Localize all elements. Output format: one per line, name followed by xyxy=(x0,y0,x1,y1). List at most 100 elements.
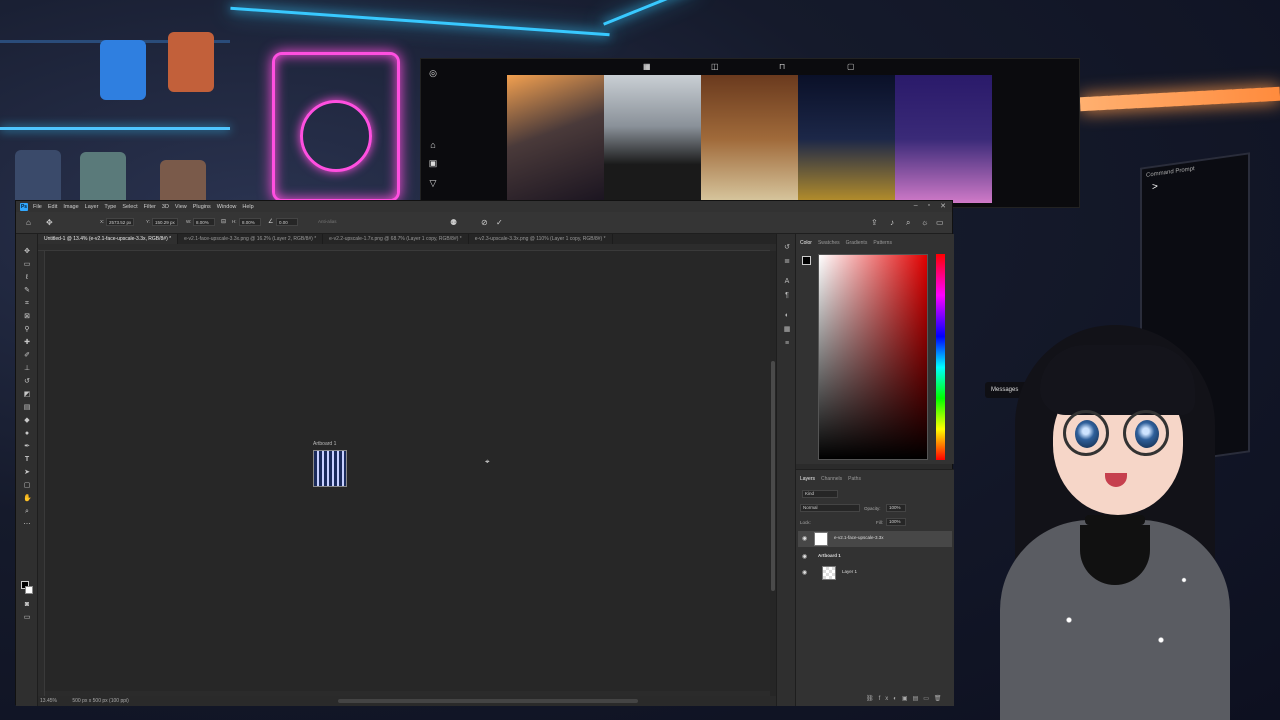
post-thumbnail[interactable] xyxy=(507,75,604,203)
bell-icon[interactable]: ♪ xyxy=(890,218,894,227)
quick-select-tool-icon[interactable]: ✎ xyxy=(23,287,31,295)
layer-row[interactable]: ◉ Artboard 1 xyxy=(798,549,952,565)
eraser-tool-icon[interactable]: ◩ xyxy=(23,391,31,399)
history-icon[interactable]: ↺ xyxy=(783,244,791,252)
post-thumbnail[interactable] xyxy=(895,75,992,203)
artboard-label[interactable]: Artboard 1 xyxy=(313,441,336,447)
menu-view[interactable]: View xyxy=(175,204,187,210)
post-thumbnail[interactable] xyxy=(798,75,895,203)
dodge-tool-icon[interactable]: ● xyxy=(23,430,31,438)
layer-row[interactable]: ◉ Layer 1 xyxy=(798,565,952,581)
brush-tool-icon[interactable]: ✐ xyxy=(23,352,31,360)
color-picker-field[interactable] xyxy=(818,254,928,460)
lasso-tool-icon[interactable]: ℓ xyxy=(23,274,31,282)
scrollbar-thumb[interactable] xyxy=(771,361,775,591)
foreground-background-colors[interactable] xyxy=(21,581,33,595)
saved-tab-icon[interactable]: ⊓ xyxy=(779,62,785,71)
tab-gradients[interactable]: Gradients xyxy=(846,238,868,248)
hand-tool-icon[interactable]: ✋ xyxy=(23,495,32,503)
opacity-input[interactable]: 100% xyxy=(886,504,906,512)
doc-tab[interactable]: e-v2.2-upscale-1.7x.png @ 68.7% (Layer 1… xyxy=(323,234,469,244)
cancel-transform-icon[interactable]: ⊘ xyxy=(481,218,488,227)
home-icon[interactable]: ⌂ xyxy=(427,139,439,151)
foreground-color-swatch[interactable] xyxy=(802,256,811,265)
visibility-eye-icon[interactable]: ◉ xyxy=(802,569,807,576)
send-icon[interactable]: ▽ xyxy=(427,177,439,189)
commit-transform-icon[interactable]: ✓ xyxy=(496,218,503,227)
post-thumbnail[interactable] xyxy=(701,75,798,203)
doc-tab[interactable]: e-v2.1-face-upscale-3.3x.png @ 16.2% (La… xyxy=(178,234,324,244)
pen-tool-icon[interactable]: ✒ xyxy=(23,443,31,451)
styles-icon[interactable]: ≡ xyxy=(783,340,791,348)
menu-help[interactable]: Help xyxy=(242,204,253,210)
warp-icon[interactable]: ⚉ xyxy=(450,218,457,227)
eyedropper-tool-icon[interactable]: ⚲ xyxy=(23,326,31,334)
tab-color[interactable]: Color xyxy=(800,238,812,248)
frame-tool-icon[interactable]: ⊠ xyxy=(23,313,31,321)
reels-tab-icon[interactable]: ◫ xyxy=(711,62,719,71)
tab-layers[interactable]: Layers xyxy=(800,474,815,484)
background-color-swatch[interactable] xyxy=(25,586,33,594)
move-tool-icon[interactable]: ✥ xyxy=(23,248,31,256)
layer-actions-icons[interactable]: ⛓fx◐▣▤▭🗑 xyxy=(866,695,947,702)
visibility-eye-icon[interactable]: ◉ xyxy=(802,553,807,560)
properties-icon[interactable]: ≣ xyxy=(783,258,791,266)
h-input[interactable]: 8.00% xyxy=(239,218,261,226)
search-icon[interactable]: ⌕ xyxy=(906,218,910,227)
canvas-area[interactable] xyxy=(45,251,770,691)
post-thumbnail[interactable] xyxy=(604,75,701,203)
tab-paths[interactable]: Paths xyxy=(848,474,861,484)
healing-brush-icon[interactable]: ✚ xyxy=(23,339,31,347)
w-input[interactable]: 8.00% xyxy=(193,218,215,226)
doc-tab[interactable]: e-v2.3-upscale-3.3x.png @ 110% (Layer 1 … xyxy=(469,234,613,244)
grid-tab-icon[interactable]: ▦ xyxy=(643,62,651,71)
minimize-icon[interactable]: – xyxy=(914,202,918,210)
doc-tab[interactable]: Untitled-1 @ 13.4% (e-v2.1-face-upscale-… xyxy=(38,234,179,244)
menu-select[interactable]: Select xyxy=(122,204,137,210)
more-tools-icon[interactable]: ⋯ xyxy=(23,521,31,529)
fill-input[interactable]: 100% xyxy=(886,518,906,526)
link-icon[interactable]: ⊟ xyxy=(221,218,226,227)
light-icon[interactable]: ☼ xyxy=(921,218,928,227)
screen-mode-icon[interactable]: ▭ xyxy=(23,614,31,622)
hue-slider[interactable] xyxy=(936,254,945,460)
paragraph-icon[interactable]: ¶ xyxy=(783,292,791,300)
menu-edit[interactable]: Edit xyxy=(48,204,57,210)
angle-input[interactable]: 0.00 xyxy=(276,218,298,226)
type-tool-icon[interactable]: T xyxy=(23,456,31,464)
blend-mode-select[interactable]: Normal xyxy=(800,504,860,512)
tab-swatches[interactable]: Swatches xyxy=(818,238,840,248)
instagram-icon[interactable]: ◎ xyxy=(427,67,439,79)
artboard-tool-icon[interactable]: ▭ xyxy=(23,261,31,269)
maximize-icon[interactable]: ▫ xyxy=(928,202,930,210)
blur-tool-icon[interactable]: ◆ xyxy=(23,417,31,425)
artboard[interactable] xyxy=(313,450,347,487)
crop-tool-icon[interactable]: ⌗ xyxy=(23,300,31,308)
menu-window[interactable]: Window xyxy=(217,204,237,210)
menu-layer[interactable]: Layer xyxy=(85,204,99,210)
clone-stamp-icon[interactable]: ⊥ xyxy=(23,365,31,373)
reels-icon[interactable]: ▣ xyxy=(427,157,439,169)
tab-patterns[interactable]: Patterns xyxy=(873,238,892,248)
y-input[interactable]: 150.29 px xyxy=(152,218,178,226)
menu-plugins[interactable]: Plugins xyxy=(193,204,211,210)
quick-mask-icon[interactable]: ◙ xyxy=(23,601,31,609)
visibility-eye-icon[interactable]: ◉ xyxy=(802,535,807,542)
share-icon[interactable]: ⇪ xyxy=(871,218,878,227)
home-icon[interactable]: ⌂ xyxy=(26,218,31,227)
shape-tool-icon[interactable]: ▢ xyxy=(23,482,31,490)
layer-row[interactable]: ◉ e-v2.1-face-upscale-3.3x xyxy=(798,531,952,547)
move-tool-options-icon[interactable]: ✥ xyxy=(46,218,53,227)
menu-3d[interactable]: 3D xyxy=(162,204,169,210)
menu-image[interactable]: Image xyxy=(63,204,78,210)
libraries-icon[interactable]: ▦ xyxy=(783,326,791,334)
tagged-tab-icon[interactable]: ▢ xyxy=(847,62,855,71)
zoom-level[interactable]: 13.45% xyxy=(40,698,57,704)
zoom-tool-icon[interactable]: ⌕ xyxy=(23,508,31,516)
menu-filter[interactable]: Filter xyxy=(144,204,156,210)
path-select-icon[interactable]: ➤ xyxy=(23,469,31,477)
horizontal-scrollbar[interactable] xyxy=(338,699,638,703)
x-input[interactable]: 2573.52 px xyxy=(106,218,134,226)
workspace-icon[interactable]: ▭ xyxy=(936,218,944,227)
tab-channels[interactable]: Channels xyxy=(821,474,842,484)
